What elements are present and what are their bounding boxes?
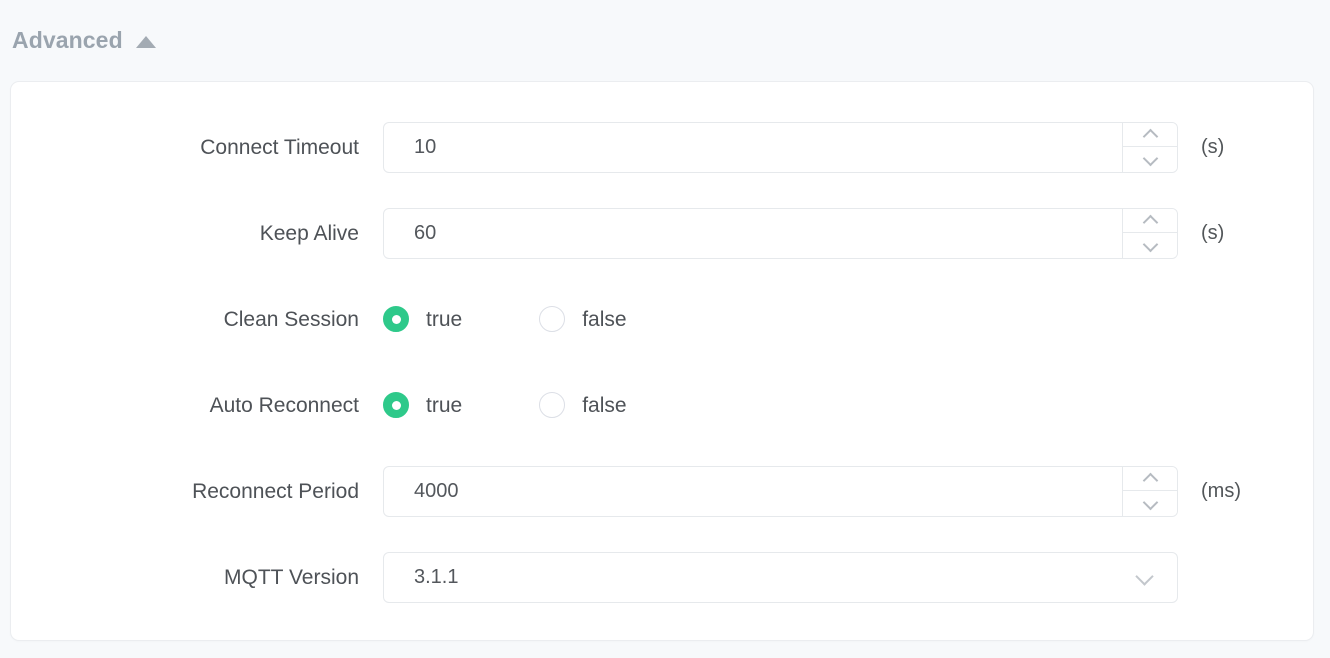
advanced-settings-card: Connect Timeout 10 (s) Keep Alive 60 (s)… — [10, 81, 1314, 641]
clean-session-option-true[interactable]: true — [383, 306, 462, 332]
radio-selected-icon — [383, 306, 409, 332]
auto-reconnect-option-false-label: false — [582, 393, 627, 417]
keep-alive-input[interactable]: 60 — [383, 207, 1178, 259]
clean-session-control: true false — [383, 306, 627, 332]
field-row-auto-reconnect: Auto Reconnect true false — [11, 362, 1313, 448]
auto-reconnect-label: Auto Reconnect — [209, 393, 359, 417]
auto-reconnect-control: true false — [383, 392, 627, 418]
advanced-section-header[interactable]: Advanced — [0, 0, 1330, 81]
radio-selected-icon — [383, 392, 409, 418]
connect-timeout-label: Connect Timeout — [200, 135, 359, 159]
triangle-up-icon[interactable] — [135, 35, 156, 48]
chevron-down-icon — [1144, 499, 1157, 507]
chevron-down-icon[interactable] — [1136, 572, 1153, 582]
keep-alive-value: 60 — [414, 222, 437, 244]
reconnect-period-value: 4000 — [414, 480, 459, 502]
radio-unselected-icon — [539, 306, 566, 332]
field-row-reconnect-period: Reconnect Period 4000 (ms) — [11, 448, 1313, 534]
auto-reconnect-option-true-label: true — [426, 393, 463, 417]
reconnect-period-input[interactable]: 4000 — [383, 465, 1178, 517]
auto-reconnect-radio-group: true false — [383, 392, 627, 418]
connect-timeout-unit: (s) — [1201, 136, 1225, 158]
clean-session-option-true-label: true — [426, 307, 463, 331]
keep-alive-stepper — [1122, 208, 1177, 258]
keep-alive-unit: (s) — [1201, 222, 1225, 244]
reconnect-period-increment-button[interactable] — [1123, 466, 1177, 491]
radio-unselected-icon — [539, 392, 566, 418]
connect-timeout-input[interactable]: 10 — [383, 121, 1178, 173]
page-title: Advanced — [12, 27, 123, 53]
auto-reconnect-option-true[interactable]: true — [383, 392, 462, 418]
clean-session-option-false-label: false — [582, 307, 627, 331]
reconnect-period-control: 4000 (ms) — [383, 465, 1241, 517]
advanced-settings-form: Connect Timeout 10 (s) Keep Alive 60 (s)… — [11, 82, 1313, 620]
chevron-up-icon — [1144, 130, 1157, 138]
auto-reconnect-option-false[interactable]: false — [539, 392, 627, 418]
connect-timeout-increment-button[interactable] — [1123, 122, 1177, 147]
reconnect-period-unit: (ms) — [1201, 480, 1241, 502]
mqtt-version-label: MQTT Version — [224, 565, 359, 589]
field-row-connect-timeout: Connect Timeout 10 (s) — [11, 104, 1313, 190]
clean-session-option-false[interactable]: false — [539, 306, 627, 332]
connect-timeout-decrement-button[interactable] — [1123, 147, 1177, 172]
keep-alive-label: Keep Alive — [259, 221, 359, 245]
field-row-clean-session: Clean Session true false — [11, 276, 1313, 362]
keep-alive-increment-button[interactable] — [1123, 208, 1177, 233]
mqtt-version-select[interactable]: 3.1.1 — [383, 551, 1178, 603]
connect-timeout-value: 10 — [414, 136, 437, 158]
chevron-up-icon — [1144, 474, 1157, 482]
clean-session-label: Clean Session — [223, 307, 359, 331]
clean-session-radio-group: true false — [383, 306, 627, 332]
connect-timeout-control: 10 (s) — [383, 121, 1225, 173]
chevron-down-icon — [1144, 155, 1157, 163]
field-row-mqtt-version: MQTT Version 3.1.1 — [11, 534, 1313, 620]
chevron-down-icon — [1144, 241, 1157, 249]
mqtt-version-value: 3.1.1 — [414, 566, 459, 588]
connect-timeout-stepper — [1122, 122, 1177, 172]
reconnect-period-decrement-button[interactable] — [1123, 491, 1177, 516]
keep-alive-control: 60 (s) — [383, 207, 1225, 259]
keep-alive-decrement-button[interactable] — [1123, 233, 1177, 258]
chevron-up-icon — [1144, 216, 1157, 224]
reconnect-period-stepper — [1122, 466, 1177, 516]
field-row-keep-alive: Keep Alive 60 (s) — [11, 190, 1313, 276]
mqtt-version-control: 3.1.1 — [383, 551, 1178, 603]
reconnect-period-label: Reconnect Period — [192, 479, 359, 503]
